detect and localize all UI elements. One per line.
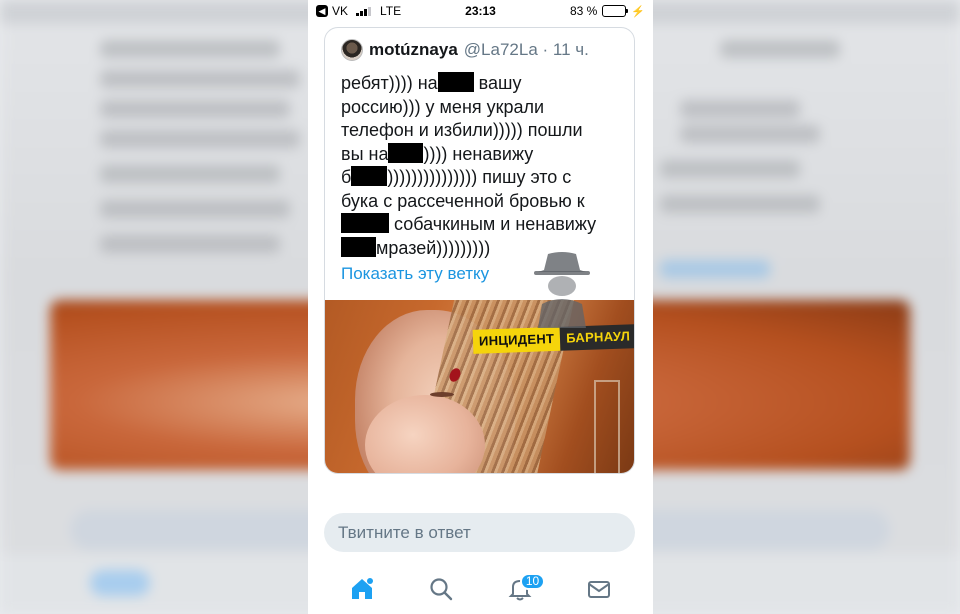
home-icon [352, 577, 374, 599]
tab-home[interactable] [342, 569, 382, 609]
back-arrow-icon[interactable]: ◀ [316, 5, 328, 17]
signal-icon [356, 6, 372, 16]
reply-input[interactable]: Твитните в ответ [324, 513, 635, 552]
clock: 23:13 [465, 4, 496, 18]
tab-messages[interactable] [579, 569, 619, 609]
handle-and-time: @La72La · 11 ч. [463, 39, 589, 59]
back-app-label[interactable]: VK [332, 4, 348, 18]
tweet-line: телефон и избили))))) пошли [341, 120, 583, 140]
redaction-box [351, 166, 388, 186]
search-icon [430, 577, 453, 600]
tweet-text: ребят)))) на вашу россию))) у меня украл… [325, 62, 634, 260]
network-label: LTE [380, 4, 402, 18]
display-name[interactable]: motúznaya [369, 40, 458, 60]
battery-icon [602, 5, 629, 17]
bottom-tab-bar: 10 [308, 563, 653, 614]
status-bar: ◀ VK LTE 23:13 83 % ⚡ [308, 0, 653, 22]
tweet-line: россию))) у меня украли [341, 96, 545, 117]
tweet-header: motúznaya @La72La · 11 ч. [325, 28, 634, 62]
tweet-line: вы на)))) ненавижу [341, 142, 534, 164]
redaction-box [341, 213, 389, 233]
battery-percent: 83 % [569, 4, 598, 18]
quoted-tweet-card[interactable]: motúznaya @La72La · 11 ч. ребят)))) на в… [324, 27, 635, 474]
tweet-line: ребят)))) на вашу [341, 72, 522, 93]
tweet-line: б))))))))))))))) пишу это с [341, 166, 572, 187]
envelope-icon [587, 580, 610, 598]
tweet-line: собачкиным и ненавижу [341, 213, 618, 237]
redaction-box [388, 142, 424, 163]
charging-icon: ⚡ [631, 5, 645, 18]
incognito-icon [534, 252, 590, 328]
avatar[interactable] [341, 38, 363, 61]
notifications-count-badge: 10 [519, 572, 546, 590]
tab-search[interactable] [421, 569, 461, 609]
watermark-badge: ИНЦИДЕНТ БАРНАУЛ [472, 324, 634, 354]
phone-screen: ◀ VK LTE 23:13 83 % ⚡ motúznaya @La72La … [308, 0, 653, 614]
redaction-box [341, 236, 376, 257]
tweet-line: бука с рассеченной бровью к [341, 190, 585, 211]
watermark-left: ИНЦИДЕНТ [472, 326, 561, 354]
tab-notifications[interactable]: 10 [500, 569, 546, 609]
redaction-box [437, 72, 474, 92]
watermark-right: БАРНАУЛ [559, 324, 634, 351]
